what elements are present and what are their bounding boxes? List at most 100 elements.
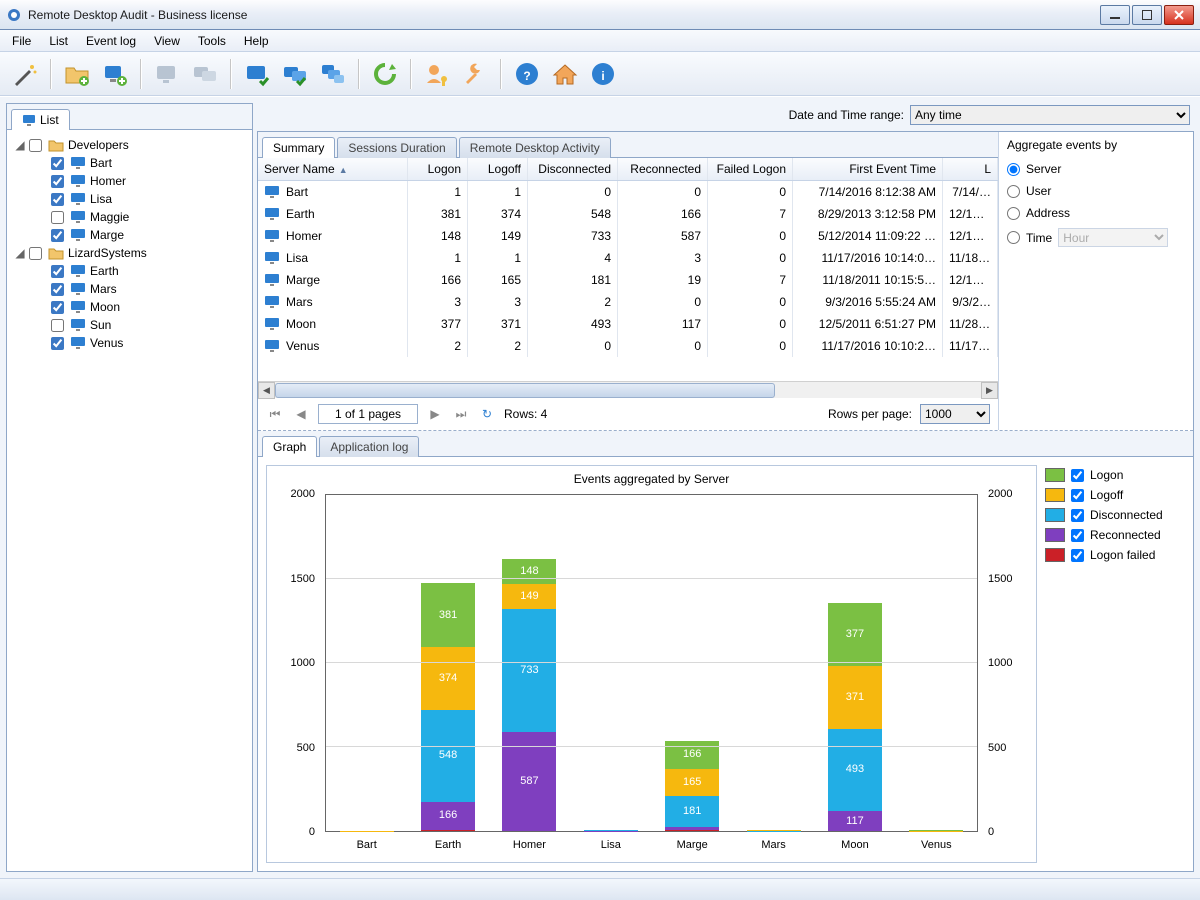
menu-view[interactable]: View [146, 32, 188, 50]
aggregate-radio[interactable] [1007, 231, 1020, 244]
table-row[interactable]: Marge16616518119711/18/2011 10:15:5…12/1… [258, 269, 998, 291]
table-row[interactable]: Homer14814973358705/12/2014 11:09:22 …12… [258, 225, 998, 247]
scroll-left-icon[interactable]: ◀ [258, 382, 275, 399]
group-checkbox[interactable] [29, 139, 42, 152]
menu-help[interactable]: Help [236, 32, 277, 50]
tree-item-marge[interactable]: Marge [33, 226, 248, 244]
refresh-button[interactable] [368, 57, 402, 91]
table-row[interactable]: Venus2200011/17/2016 10:10:2…11/17/… [258, 335, 998, 357]
menu-list[interactable]: List [41, 32, 76, 50]
scroll-right-icon[interactable]: ▶ [981, 382, 998, 399]
group-checkbox[interactable] [29, 247, 42, 260]
legend-item-disconnected[interactable]: Disconnected [1045, 505, 1185, 525]
tree-item-bart[interactable]: Bart [33, 154, 248, 172]
item-checkbox[interactable] [51, 319, 64, 332]
tab-application-log[interactable]: Application log [319, 436, 419, 457]
aggregate-radio[interactable] [1007, 163, 1020, 176]
tree-item-sun[interactable]: Sun [33, 316, 248, 334]
col-first-event[interactable]: First Event Time [793, 158, 943, 180]
tab-sessions-duration[interactable]: Sessions Duration [337, 137, 456, 158]
aggregate-option-address[interactable]: Address [1007, 202, 1185, 224]
server-check-1-button[interactable] [240, 57, 274, 91]
item-checkbox[interactable] [51, 175, 64, 188]
item-checkbox[interactable] [51, 193, 64, 206]
col-failed-logon[interactable]: Failed Logon [708, 158, 793, 180]
legend-checkbox[interactable] [1071, 509, 1084, 522]
scroll-thumb[interactable] [275, 383, 775, 398]
legend-item-logon[interactable]: Logon [1045, 465, 1185, 485]
item-checkbox[interactable] [51, 301, 64, 314]
tree-item-moon[interactable]: Moon [33, 298, 248, 316]
menu-tools[interactable]: Tools [190, 32, 234, 50]
user-key-button[interactable] [420, 57, 454, 91]
tree-item-homer[interactable]: Homer [33, 172, 248, 190]
server-add-button[interactable] [98, 57, 132, 91]
collapse-icon[interactable]: ◢ [15, 246, 25, 260]
next-page-button[interactable]: ▶ [426, 405, 444, 423]
aggregate-radio[interactable] [1007, 185, 1020, 198]
legend-checkbox[interactable] [1071, 529, 1084, 542]
item-checkbox[interactable] [51, 283, 64, 296]
tab-summary[interactable]: Summary [262, 137, 335, 158]
item-checkbox[interactable] [51, 229, 64, 242]
legend-checkbox[interactable] [1071, 549, 1084, 562]
help-button[interactable]: ? [510, 57, 544, 91]
last-page-button[interactable]: ⏭ [452, 405, 470, 423]
home-button[interactable] [548, 57, 582, 91]
page-number-input[interactable] [318, 404, 418, 424]
table-row[interactable]: Moon377371493117012/5/2011 6:51:27 PM11/… [258, 313, 998, 335]
legend-checkbox[interactable] [1071, 489, 1084, 502]
server-grey-2-button[interactable] [188, 57, 222, 91]
col-reconnected[interactable]: Reconnected [618, 158, 708, 180]
menu-file[interactable]: File [4, 32, 39, 50]
server-tree[interactable]: ◢DevelopersBartHomerLisaMaggieMarge◢Liza… [7, 130, 252, 871]
col-logoff[interactable]: Logoff [468, 158, 528, 180]
collapse-icon[interactable]: ◢ [15, 138, 25, 152]
rows-per-page-select[interactable]: 1000 [920, 404, 990, 424]
legend-item-logon-failed[interactable]: Logon failed [1045, 545, 1185, 565]
aggregate-radio[interactable] [1007, 207, 1020, 220]
info-button[interactable]: i [586, 57, 620, 91]
item-checkbox[interactable] [51, 337, 64, 350]
tree-group-developers[interactable]: ◢Developers [11, 136, 248, 154]
col-server-name[interactable]: Server Name▲ [258, 158, 408, 180]
table-body[interactable]: Bart110007/14/2016 8:12:38 AM7/14/…Earth… [258, 181, 998, 381]
tree-item-maggie[interactable]: Maggie [33, 208, 248, 226]
col-logon[interactable]: Logon [408, 158, 468, 180]
server-check-3-button[interactable] [316, 57, 350, 91]
prev-page-button[interactable]: ◀ [292, 405, 310, 423]
horizontal-scrollbar[interactable]: ◀ ▶ [258, 381, 998, 398]
tree-group-lizardsystems[interactable]: ◢LizardSystems [11, 244, 248, 262]
legend-item-logoff[interactable]: Logoff [1045, 485, 1185, 505]
table-row[interactable]: Bart110007/14/2016 8:12:38 AM7/14/… [258, 181, 998, 203]
aggregate-option-server[interactable]: Server [1007, 158, 1185, 180]
table-row[interactable]: Earth38137454816678/29/2013 3:12:58 PM12… [258, 203, 998, 225]
tab-remote-desktop-activity[interactable]: Remote Desktop Activity [459, 137, 611, 158]
aggregate-option-time[interactable]: Time Hour [1007, 224, 1185, 251]
aggregate-option-user[interactable]: User [1007, 180, 1185, 202]
tab-list[interactable]: List [11, 109, 70, 130]
wrench-button[interactable] [458, 57, 492, 91]
legend-checkbox[interactable] [1071, 469, 1084, 482]
server-grey-1-button[interactable] [150, 57, 184, 91]
refresh-icon[interactable]: ↻ [478, 405, 496, 423]
col-disconnected[interactable]: Disconnected [528, 158, 618, 180]
maximize-button[interactable] [1132, 5, 1162, 25]
item-checkbox[interactable] [51, 157, 64, 170]
wizard-button[interactable] [8, 57, 42, 91]
server-check-2-button[interactable] [278, 57, 312, 91]
close-button[interactable] [1164, 5, 1194, 25]
table-row[interactable]: Mars332009/3/2016 5:55:24 AM9/3/2… [258, 291, 998, 313]
menu-event-log[interactable]: Event log [78, 32, 144, 50]
tab-graph[interactable]: Graph [262, 436, 317, 457]
first-page-button[interactable]: ⏮ [266, 405, 284, 423]
tree-item-lisa[interactable]: Lisa [33, 190, 248, 208]
folder-add-button[interactable] [60, 57, 94, 91]
time-unit-select[interactable]: Hour [1058, 228, 1168, 247]
item-checkbox[interactable] [51, 211, 64, 224]
date-range-select[interactable]: Any time [910, 105, 1190, 125]
item-checkbox[interactable] [51, 265, 64, 278]
minimize-button[interactable] [1100, 5, 1130, 25]
tree-item-earth[interactable]: Earth [33, 262, 248, 280]
legend-item-reconnected[interactable]: Reconnected [1045, 525, 1185, 545]
